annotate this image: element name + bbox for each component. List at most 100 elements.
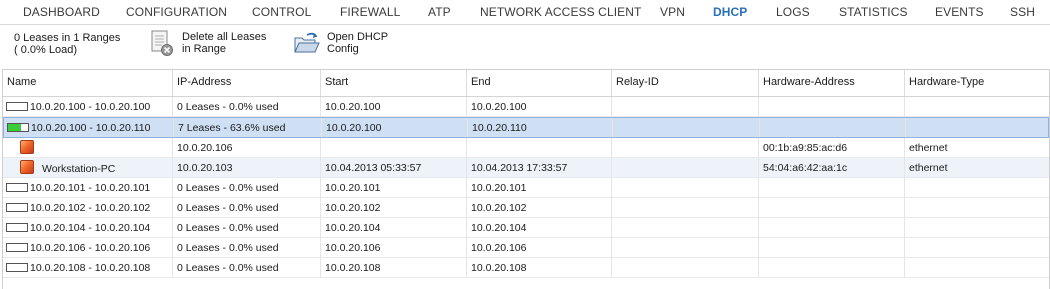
cell-text: 10.0.20.100	[325, 101, 381, 113]
lease-summary-count: 0 Leases in 1 Ranges	[14, 32, 121, 44]
range-usage-icon	[6, 242, 28, 252]
range-row[interactable]: 10.0.20.106 - 10.0.20.106 0 Leases - 0.0%…	[3, 238, 1049, 258]
cell-text: 10.0.20.102 - 10.0.20.102	[30, 202, 151, 214]
dhcp-leases-grid: Name IP-Address Start End Relay-ID Hardw…	[2, 69, 1050, 289]
lease-host-icon	[20, 140, 34, 154]
nav-ssh[interactable]: SSH	[1010, 5, 1035, 19]
cell-text: 10.0.20.100 - 10.0.20.100	[30, 101, 151, 113]
range-row[interactable]: 10.0.20.104 - 10.0.20.104 0 Leases - 0.0%…	[3, 218, 1049, 238]
col-header-hardware-type[interactable]: Hardware-Type	[905, 70, 1049, 96]
cell-text: 10.0.20.100	[326, 122, 382, 134]
range-usage-icon	[6, 202, 28, 212]
range-usage-fill	[8, 123, 21, 131]
cell-name: 10.0.20.106 - 10.0.20.106	[3, 238, 173, 257]
cell-end: 10.0.20.104	[467, 218, 612, 237]
cell-ip-address: 7 Leases - 63.6% used	[174, 118, 322, 137]
nav-firewall[interactable]: FIREWALL	[340, 5, 400, 19]
cell-start	[321, 138, 467, 157]
cell-text: 0 Leases - 0.0% used	[177, 262, 279, 274]
col-header-end[interactable]: End	[467, 70, 612, 96]
cell-text: 10.0.20.106 - 10.0.20.106	[30, 242, 151, 254]
open-dhcp-config-button[interactable]: Open DHCP Config	[293, 30, 388, 56]
nav-logs[interactable]: LOGS	[776, 5, 810, 19]
cell-text: 10.04.2013 17:33:57	[471, 162, 568, 174]
nav-vpn[interactable]: VPN	[660, 5, 685, 19]
nav-network-access-client[interactable]: NETWORK ACCESS CLIENT	[480, 5, 641, 19]
col-header-start[interactable]: Start	[321, 70, 467, 96]
col-header-hardware-address[interactable]: Hardware-Address	[759, 70, 905, 96]
cell-name: Workstation-PC	[3, 158, 173, 177]
cell-name	[3, 138, 173, 157]
cell-hardware-address	[759, 198, 905, 217]
cell-text: 10.0.20.101	[471, 182, 527, 194]
nav-atp[interactable]: ATP	[428, 5, 451, 19]
cell-text: 10.0.20.103	[177, 162, 233, 174]
cell-text: 10.0.20.108	[471, 262, 527, 274]
cell-text: 10.0.20.104	[471, 222, 527, 234]
cell-text: 54:04:a6:42:aa:1c	[763, 162, 848, 174]
nav-dhcp[interactable]: DHCP	[713, 5, 747, 19]
cell-name: 10.0.20.104 - 10.0.20.104	[3, 218, 173, 237]
cell-relay-id	[612, 97, 759, 116]
cell-text: 10.0.20.100 - 10.0.20.110	[31, 122, 151, 134]
cell-hardware-type	[905, 198, 1049, 217]
cell-hardware-type	[905, 97, 1049, 116]
cell-text: 0 Leases - 0.0% used	[177, 202, 279, 214]
nav-statistics[interactable]: STATISTICS	[839, 5, 908, 19]
cell-text: 10.0.20.106	[471, 242, 527, 254]
dhcp-toolbar: 0 Leases in 1 Ranges ( 0.0% Load) Delete…	[0, 25, 1050, 67]
nav-configuration[interactable]: CONFIGURATION	[126, 5, 227, 19]
cell-end: 10.0.20.110	[468, 118, 613, 137]
cell-ip-address: 10.0.20.106	[173, 138, 321, 157]
nav-events[interactable]: EVENTS	[935, 5, 984, 19]
cell-text: 10.0.20.106	[325, 242, 381, 254]
cell-relay-id	[612, 138, 759, 157]
cell-name: 10.0.20.100 - 10.0.20.110	[4, 118, 174, 137]
range-row[interactable]: 10.0.20.108 - 10.0.20.108 0 Leases - 0.0%…	[3, 258, 1049, 278]
cell-text: ethernet	[909, 162, 948, 174]
range-row[interactable]: 10.0.20.101 - 10.0.20.101 0 Leases - 0.0%…	[3, 178, 1049, 198]
lease-row[interactable]: Workstation-PC 10.0.20.103 10.04.2013 05:3…	[3, 158, 1049, 178]
cell-text: Workstation-PC	[42, 162, 116, 175]
delete-all-leases-button[interactable]: Delete all Leases in Range	[150, 30, 266, 58]
col-header-relay-id[interactable]: Relay-ID	[612, 70, 759, 96]
cell-ip-address: 0 Leases - 0.0% used	[173, 97, 321, 116]
cell-ip-address: 0 Leases - 0.0% used	[173, 218, 321, 237]
cell-text: ethernet	[909, 142, 948, 154]
cell-start: 10.0.20.100	[322, 118, 468, 137]
cell-hardware-type: ethernet	[905, 138, 1049, 157]
cell-relay-id	[612, 218, 759, 237]
range-row[interactable]: 10.0.20.100 - 10.0.20.100 0 Leases - 0.0%…	[3, 97, 1049, 117]
cell-hardware-address	[759, 97, 905, 116]
cell-hardware-address	[760, 118, 906, 137]
lease-host-icon	[20, 160, 34, 174]
cell-text: 10.0.20.102	[325, 202, 381, 214]
col-header-ip-address[interactable]: IP-Address	[173, 70, 321, 96]
cell-hardware-address: 54:04:a6:42:aa:1c	[759, 158, 905, 177]
cell-ip-address: 0 Leases - 0.0% used	[173, 198, 321, 217]
cell-name: 10.0.20.108 - 10.0.20.108	[3, 258, 173, 277]
nav-dashboard[interactable]: DASHBOARD	[23, 5, 100, 19]
grid-header: Name IP-Address Start End Relay-ID Hardw…	[3, 70, 1049, 97]
cell-text: 0 Leases - 0.0% used	[177, 222, 279, 234]
cell-end: 10.0.20.100	[467, 97, 612, 116]
col-header-name[interactable]: Name	[3, 70, 173, 96]
delete-leases-icon	[150, 30, 176, 58]
range-usage-icon	[7, 122, 29, 132]
cell-text: 10.0.20.101 - 10.0.20.101	[30, 182, 151, 194]
range-row[interactable]: 10.0.20.102 - 10.0.20.102 0 Leases - 0.0%…	[3, 198, 1049, 218]
cell-text: 10.0.20.106	[177, 142, 233, 154]
cell-start: 10.0.20.108	[321, 258, 467, 277]
grid-body: 10.0.20.100 - 10.0.20.100 0 Leases - 0.0%…	[3, 97, 1049, 278]
nav-control[interactable]: CONTROL	[252, 5, 311, 19]
range-usage-icon	[6, 262, 28, 272]
range-usage-icon	[6, 222, 28, 232]
lease-row[interactable]: 10.0.20.106 00:1b:a9:85:ac:d6 ethernet	[3, 138, 1049, 158]
cell-name: 10.0.20.100 - 10.0.20.100	[3, 97, 173, 116]
cell-ip-address: 10.0.20.103	[173, 158, 321, 177]
cell-hardware-type: ethernet	[905, 158, 1049, 177]
cell-ip-address: 0 Leases - 0.0% used	[173, 258, 321, 277]
cell-hardware-type	[905, 178, 1049, 197]
cell-text: 7 Leases - 63.6% used	[178, 122, 286, 134]
range-row[interactable]: 10.0.20.100 - 10.0.20.110 7 Leases - 63.6…	[3, 117, 1049, 138]
